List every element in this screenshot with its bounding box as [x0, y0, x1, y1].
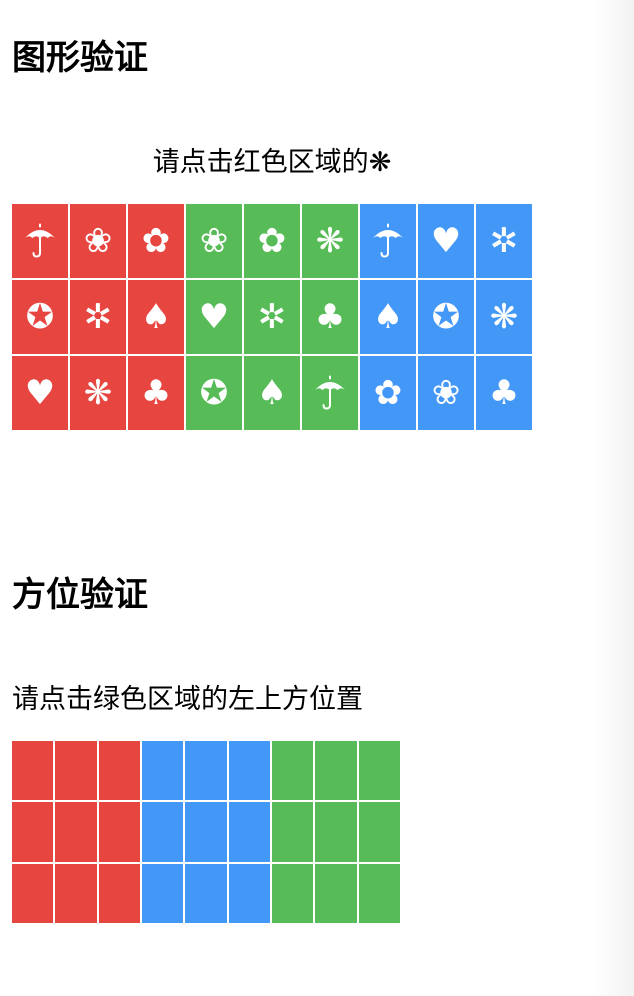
graphic-verify-grid: ❀ ✿ ❀ ✿ ❋ ♥ ✲ ✪ ✲ ♠ ♥ ✲ ♣ ♠ ✪ ❋ ♥ ❋ ♣ ✪ ♠ ✿ ❀ ♣ — [12, 204, 532, 430]
heart-icon: ♥ — [198, 297, 230, 337]
position-cell[interactable] — [55, 741, 97, 801]
position-cell[interactable] — [185, 863, 227, 923]
position-cell[interactable] — [55, 802, 97, 862]
symbol-cell[interactable]: ❋ — [302, 204, 358, 278]
symbol-cell[interactable]: ♠ — [244, 356, 300, 430]
teardrop-asterisk-icon: ✲ — [83, 297, 113, 337]
symbol-cell[interactable]: ❀ — [186, 204, 242, 278]
symbol-cell[interactable]: ✪ — [12, 280, 68, 354]
flower-icon: ❀ — [83, 221, 113, 261]
position-cell[interactable] — [12, 802, 54, 862]
flower-icon: ❀ — [431, 373, 461, 413]
flower-icon: ❀ — [199, 221, 229, 261]
position-cell[interactable] — [228, 741, 270, 801]
florette-icon: ✿ — [141, 221, 171, 261]
symbol-cell[interactable]: ❋ — [476, 280, 532, 354]
florette-icon: ✿ — [373, 373, 403, 413]
symbol-cell[interactable]: ✿ — [360, 356, 416, 430]
symbol-cell[interactable] — [360, 204, 416, 278]
symbol-cell[interactable]: ♣ — [302, 280, 358, 354]
position-cell[interactable] — [12, 741, 54, 801]
teardrop-asterisk-icon: ✲ — [257, 297, 287, 337]
symbol-cell[interactable]: ❀ — [70, 204, 126, 278]
position-cell[interactable] — [55, 863, 97, 923]
position-cell[interactable] — [271, 863, 314, 923]
circled-star-icon: ✪ — [25, 297, 55, 337]
propeller-asterisk-icon: ❋ — [489, 297, 519, 337]
symbol-cell[interactable]: ✪ — [186, 356, 242, 430]
spade-icon: ♠ — [256, 373, 288, 413]
graphic-verify-title: 图形验证 — [12, 38, 148, 78]
symbol-cell[interactable]: ♣ — [476, 356, 532, 430]
position-cell[interactable] — [185, 741, 227, 801]
symbol-cell[interactable] — [302, 356, 358, 430]
teardrop-asterisk-icon: ✲ — [489, 221, 519, 261]
spade-icon: ♠ — [372, 297, 404, 337]
position-cell[interactable] — [98, 863, 140, 923]
umbrella-icon — [313, 375, 347, 411]
symbol-cell[interactable]: ✲ — [70, 280, 126, 354]
position-cell[interactable] — [185, 802, 227, 862]
symbol-cell[interactable]: ♥ — [12, 356, 68, 430]
propeller-asterisk-icon: ❋ — [83, 373, 113, 413]
circled-star-icon: ✪ — [431, 297, 461, 337]
position-cell[interactable] — [12, 863, 54, 923]
position-cell[interactable] — [358, 741, 400, 801]
symbol-cell[interactable]: ✲ — [244, 280, 300, 354]
right-edge-shade — [590, 0, 634, 996]
symbol-cell[interactable]: ✿ — [128, 204, 184, 278]
umbrella-icon — [371, 223, 405, 259]
position-cell[interactable] — [358, 863, 400, 923]
club-icon: ♣ — [314, 297, 346, 337]
position-cell[interactable] — [98, 802, 140, 862]
position-cell[interactable] — [315, 802, 357, 862]
propeller-asterisk-icon: ❋ — [315, 221, 345, 261]
target-symbol-icon: ❋ — [368, 147, 392, 178]
symbol-cell[interactable]: ♠ — [360, 280, 416, 354]
position-cell[interactable] — [141, 802, 184, 862]
symbol-cell[interactable]: ❀ — [418, 356, 474, 430]
position-cell[interactable] — [141, 741, 184, 801]
position-cell[interactable] — [141, 863, 184, 923]
position-cell[interactable] — [228, 863, 270, 923]
club-icon: ♣ — [140, 373, 172, 413]
symbol-cell[interactable]: ✲ — [476, 204, 532, 278]
position-cell[interactable] — [358, 802, 400, 862]
heart-icon: ♥ — [24, 373, 56, 413]
symbol-cell[interactable]: ♣ — [128, 356, 184, 430]
symbol-cell[interactable]: ❋ — [70, 356, 126, 430]
heart-icon: ♥ — [430, 221, 462, 261]
circled-star-icon: ✪ — [199, 373, 229, 413]
spade-icon: ♠ — [140, 297, 172, 337]
symbol-cell[interactable]: ✿ — [244, 204, 300, 278]
position-cell[interactable] — [315, 863, 357, 923]
club-icon: ♣ — [488, 373, 520, 413]
symbol-cell[interactable]: ♥ — [418, 204, 474, 278]
position-cell[interactable] — [228, 802, 270, 862]
position-cell[interactable] — [98, 741, 140, 801]
position-verify-title: 方位验证 — [12, 575, 148, 615]
symbol-cell[interactable]: ♠ — [128, 280, 184, 354]
position-verify-prompt: 请点击绿色区域的左上方位置 — [12, 684, 363, 715]
florette-icon: ✿ — [257, 221, 287, 261]
position-cell[interactable] — [271, 802, 314, 862]
graphic-verify-prompt: 请点击红色区域的❋ — [12, 146, 532, 180]
umbrella-icon — [23, 223, 57, 259]
position-verify-grid[interactable] — [12, 741, 400, 923]
symbol-cell[interactable] — [12, 204, 68, 278]
symbol-cell[interactable]: ♥ — [186, 280, 242, 354]
position-cell[interactable] — [271, 741, 314, 801]
graphic-verify-prompt-text: 请点击红色区域的 — [152, 147, 369, 178]
position-cell[interactable] — [315, 741, 357, 801]
symbol-cell[interactable]: ✪ — [418, 280, 474, 354]
